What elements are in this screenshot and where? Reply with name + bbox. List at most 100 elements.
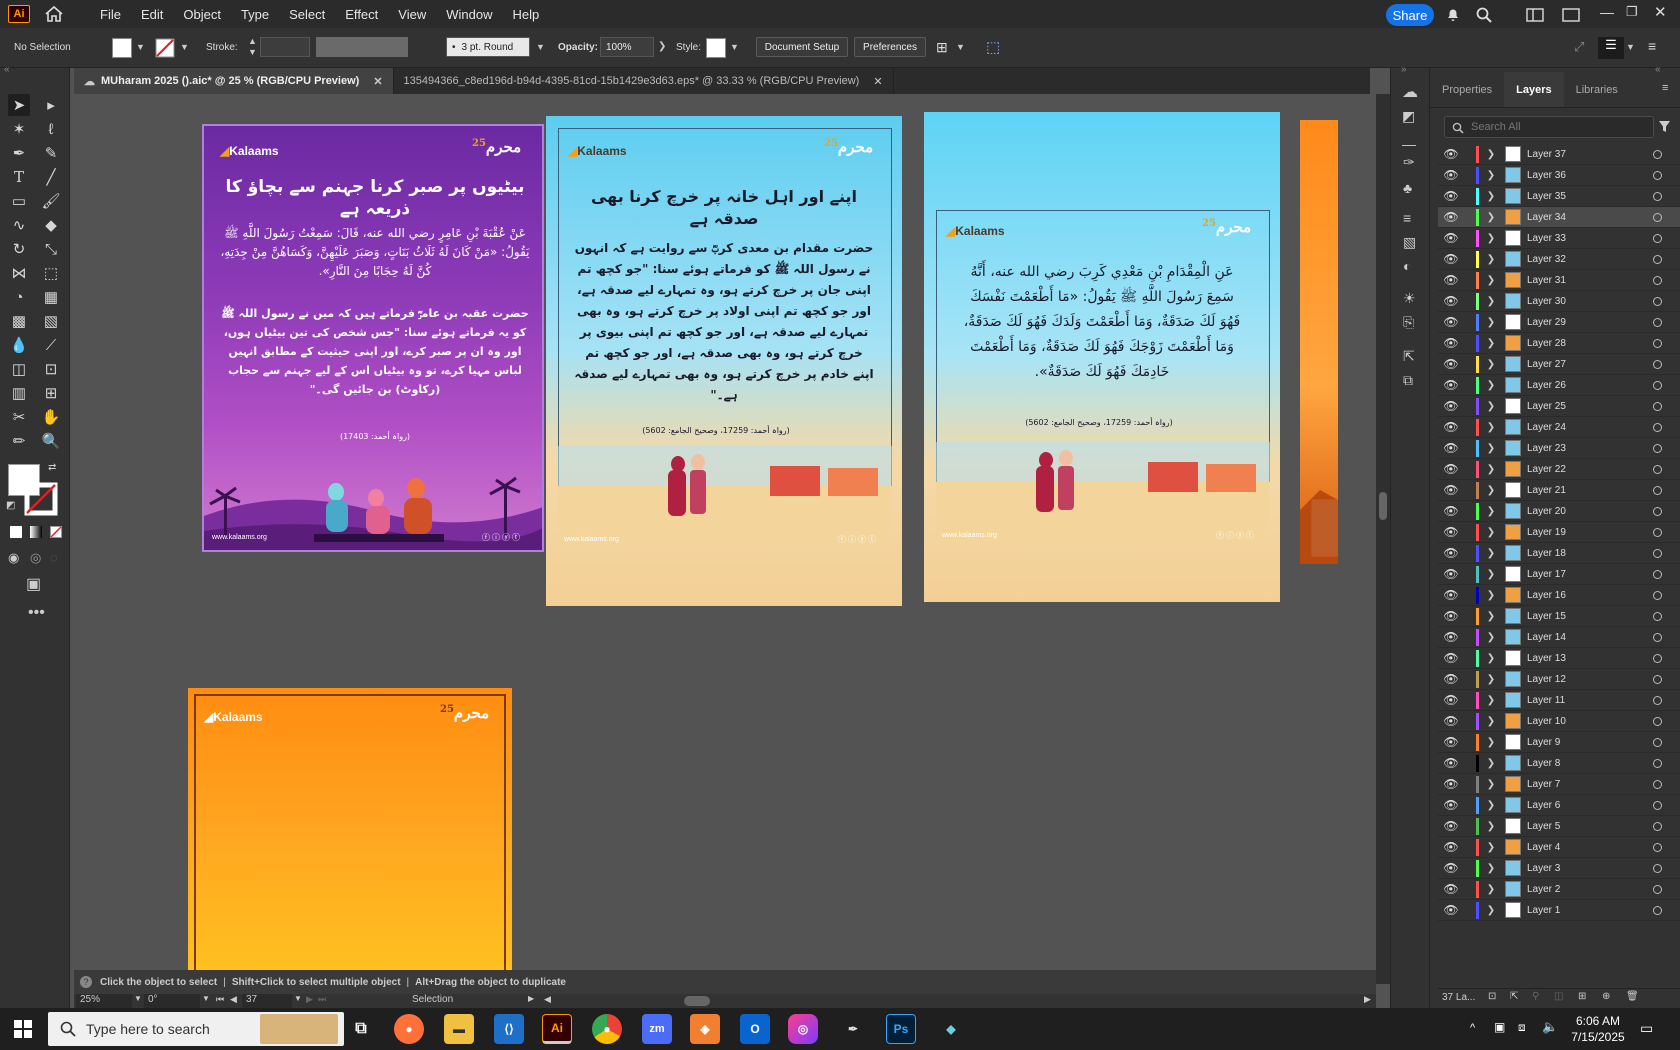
layer-row[interactable]: 👁 ❯ Layer 13 bbox=[1438, 648, 1680, 669]
firefox-icon[interactable]: ● bbox=[394, 1014, 424, 1044]
expand-chevron-icon[interactable]: ❯ bbox=[1483, 611, 1499, 622]
expand-chevron-icon[interactable]: ❯ bbox=[1483, 758, 1499, 769]
visibility-eye-icon[interactable]: 👁 bbox=[1438, 840, 1464, 854]
first-artboard-icon[interactable]: ⏮ bbox=[216, 994, 224, 1005]
collapse-panel-icon[interactable]: « bbox=[1655, 64, 1661, 75]
expand-chevron-icon[interactable]: ❯ bbox=[1483, 632, 1499, 643]
filter-icon[interactable] bbox=[1658, 120, 1671, 134]
layer-target-icon[interactable] bbox=[1653, 191, 1662, 201]
appearance-icon[interactable]: ☀ bbox=[1403, 290, 1416, 307]
clipping-mask-icon[interactable]: ◫ bbox=[1554, 991, 1563, 1002]
hand-tool-icon[interactable]: ✋ bbox=[40, 406, 62, 428]
expand-chevron-icon[interactable]: ❯ bbox=[1483, 401, 1499, 412]
stroke-swatch[interactable] bbox=[155, 38, 175, 58]
expand-chevron-icon[interactable]: ❯ bbox=[1483, 170, 1499, 181]
layer-target-icon[interactable] bbox=[1653, 212, 1662, 222]
layer-target-icon[interactable] bbox=[1653, 716, 1662, 726]
layer-target-icon[interactable] bbox=[1653, 380, 1662, 390]
tab-libraries[interactable]: Libraries bbox=[1564, 84, 1630, 107]
blender-icon[interactable]: ◈ bbox=[690, 1014, 720, 1044]
expand-chevron-icon[interactable]: ❯ bbox=[1483, 737, 1499, 748]
expand-chevron-icon[interactable]: ❯ bbox=[1483, 233, 1499, 244]
screen-mode-icon[interactable]: ▣ bbox=[26, 574, 41, 594]
arrange-docs-icon[interactable]: ⤢ bbox=[1574, 39, 1584, 55]
layer-row[interactable]: 👁 ❯ Layer 22 bbox=[1438, 459, 1680, 480]
photoshop-icon[interactable]: Ps bbox=[886, 1014, 916, 1044]
color-mode-icon[interactable] bbox=[10, 526, 22, 538]
layer-row[interactable]: 👁 ❯ Layer 25 bbox=[1438, 396, 1680, 417]
menu-view[interactable]: View bbox=[388, 7, 436, 22]
transparency-icon[interactable]: ◐ bbox=[1403, 258, 1411, 274]
menu-effect[interactable]: Effect bbox=[335, 7, 388, 22]
visibility-eye-icon[interactable]: 👁 bbox=[1438, 651, 1464, 665]
layer-target-icon[interactable] bbox=[1653, 779, 1662, 789]
visibility-eye-icon[interactable]: 👁 bbox=[1438, 315, 1464, 329]
close-tab-icon[interactable]: ✕ bbox=[373, 75, 382, 88]
rotation-dropdown-icon[interactable]: ▼ bbox=[202, 994, 210, 1003]
perspective-grid-tool-icon[interactable]: ▦ bbox=[40, 286, 62, 308]
layer-row[interactable]: 👁 ❯ Layer 19 bbox=[1438, 522, 1680, 543]
visibility-eye-icon[interactable]: 👁 bbox=[1438, 567, 1464, 581]
tab-muharam-2025[interactable]: ☁ MUharam 2025 ().aic* @ 25 % (RGB/CPU P… bbox=[74, 68, 394, 94]
rotation-input[interactable]: 0° bbox=[144, 994, 200, 1008]
menu-lines-icon[interactable]: ≡ bbox=[1648, 38, 1656, 54]
brush-dropdown-icon[interactable]: ▼ bbox=[536, 42, 545, 52]
layer-row[interactable]: 👁 ❯ Layer 17 bbox=[1438, 564, 1680, 585]
gradient-panel-icon[interactable]: ▧ bbox=[1403, 234, 1416, 251]
artboard-orange[interactable]: ◢Kalaams محرم25 bbox=[188, 688, 512, 970]
visibility-eye-icon[interactable]: 👁 bbox=[1438, 273, 1464, 287]
last-artboard-icon[interactable]: ⏭ bbox=[318, 994, 326, 1005]
windows-start-icon[interactable] bbox=[14, 1020, 32, 1038]
expand-chevron-icon[interactable]: ❯ bbox=[1483, 800, 1499, 811]
layer-row[interactable]: 👁 ❯ Layer 30 bbox=[1438, 291, 1680, 312]
previous-artboard-icon[interactable]: ◀ bbox=[230, 994, 237, 1005]
recolor-icon[interactable]: ⬚ bbox=[986, 38, 1000, 56]
expand-chevron-icon[interactable]: ❯ bbox=[1483, 548, 1499, 559]
scroll-left-icon[interactable]: ◀ bbox=[544, 994, 551, 1005]
expand-chevron-icon[interactable]: ❯ bbox=[1483, 821, 1499, 832]
paintbrush-tool-icon[interactable]: 🖌 bbox=[40, 190, 62, 212]
layer-target-icon[interactable] bbox=[1653, 758, 1662, 768]
stroke-stepper-icon[interactable]: ▲ ▼ bbox=[248, 36, 257, 58]
home-icon[interactable] bbox=[44, 5, 64, 23]
layer-target-icon[interactable] bbox=[1653, 464, 1662, 474]
arrange-icon[interactable] bbox=[1562, 8, 1580, 22]
vscode-icon[interactable]: ⟨⟩ bbox=[494, 1014, 524, 1044]
artboard-dropdown-icon[interactable]: ▼ bbox=[294, 994, 302, 1003]
new-layer-icon[interactable]: ⊕ bbox=[1602, 991, 1610, 1002]
visibility-eye-icon[interactable]: 👁 bbox=[1438, 189, 1464, 203]
close-tab-icon[interactable]: ✕ bbox=[873, 75, 882, 88]
visibility-eye-icon[interactable]: 👁 bbox=[1438, 378, 1464, 392]
tab-eps-file[interactable]: 135494366_c8ed196d-b94d-4395-81cd-15b142… bbox=[394, 68, 894, 94]
preferences-button[interactable]: Preferences bbox=[854, 37, 926, 57]
export-icon[interactable]: ⇱ bbox=[1403, 348, 1415, 365]
app-diamond-icon[interactable]: ◆ bbox=[936, 1014, 966, 1044]
expand-chevron-icon[interactable]: ❯ bbox=[1483, 443, 1499, 454]
layer-search-input[interactable]: Search All bbox=[1444, 116, 1654, 138]
visibility-eye-icon[interactable]: 👁 bbox=[1438, 483, 1464, 497]
layer-row[interactable]: 👁 ❯ Layer 28 bbox=[1438, 333, 1680, 354]
brushes-icon[interactable]: ✑ bbox=[1403, 154, 1415, 171]
taskbar-clock[interactable]: 6:06 AM 7/15/2025 bbox=[1568, 1013, 1628, 1045]
workspace-icon[interactable] bbox=[1526, 8, 1544, 22]
layer-target-icon[interactable] bbox=[1653, 590, 1662, 600]
shaper-tool-icon[interactable]: ∿ bbox=[8, 214, 30, 236]
task-view-icon[interactable]: ⧉ bbox=[346, 1014, 376, 1044]
visibility-eye-icon[interactable]: 👁 bbox=[1438, 903, 1464, 917]
expand-chevron-icon[interactable]: ❯ bbox=[1483, 359, 1499, 370]
visibility-eye-icon[interactable]: 👁 bbox=[1438, 672, 1464, 686]
outlook-icon[interactable]: O bbox=[740, 1014, 770, 1044]
layer-target-icon[interactable] bbox=[1653, 149, 1662, 159]
expand-chevron-icon[interactable]: ❯ bbox=[1483, 380, 1499, 391]
visibility-eye-icon[interactable]: 👁 bbox=[1438, 357, 1464, 371]
layer-target-icon[interactable] bbox=[1653, 233, 1662, 243]
zoom-input[interactable]: 25% bbox=[76, 994, 132, 1008]
slice-tool-icon[interactable]: ✂ bbox=[8, 406, 30, 428]
expand-chevron-icon[interactable]: ❯ bbox=[1483, 884, 1499, 895]
file-explorer-icon[interactable]: ▬ bbox=[444, 1014, 474, 1044]
expand-chevron-icon[interactable]: ❯ bbox=[1483, 905, 1499, 916]
collapse-icon[interactable]: » bbox=[1401, 64, 1407, 75]
layer-target-icon[interactable] bbox=[1653, 569, 1662, 579]
expand-chevron-icon[interactable]: ❯ bbox=[1483, 338, 1499, 349]
layer-row[interactable]: 👁 ❯ Layer 36 bbox=[1438, 165, 1680, 186]
